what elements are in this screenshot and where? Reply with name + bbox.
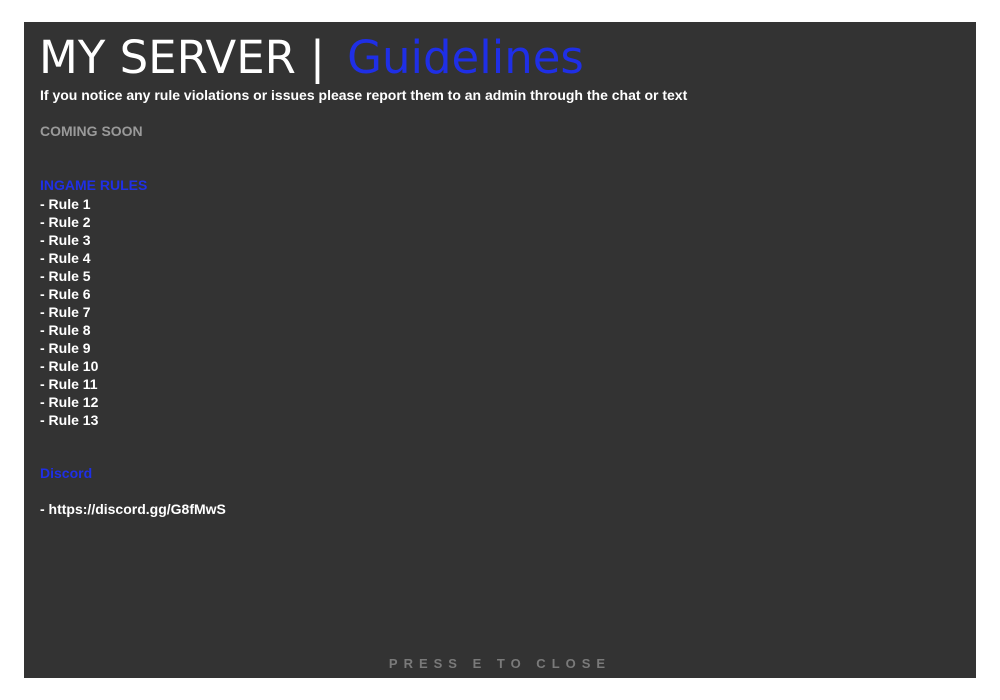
discord-heading: Discord (40, 465, 93, 481)
rule-item: - Rule 6 (40, 286, 91, 302)
rule-item: - Rule 1 (40, 196, 91, 212)
coming-soon-label: COMING SOON (40, 123, 143, 139)
title-server-name: MY SERVER (39, 31, 296, 84)
title-separator: | (309, 31, 326, 84)
rule-item: - Rule 4 (40, 250, 91, 266)
page-title: MY SERVER | Guidelines (39, 28, 584, 88)
guidelines-panel: MY SERVER | Guidelines If you notice any r… (24, 22, 976, 678)
rule-item: - Rule 8 (40, 322, 91, 338)
report-notice: If you notice any rule violations or iss… (40, 87, 688, 103)
rule-item: - Rule 13 (40, 412, 99, 428)
rule-item: - Rule 5 (40, 268, 91, 284)
close-hint: PRESS E TO CLOSE (388, 656, 612, 671)
discord-invite-link[interactable]: - https://discord.gg/G8fMwS (40, 501, 226, 517)
rule-item: - Rule 12 (40, 394, 99, 410)
title-guidelines: Guidelines (347, 31, 584, 84)
rule-item: - Rule 2 (40, 214, 91, 230)
ingame-rules-list: - Rule 1 - Rule 2 - Rule 3 - Rule 4 - Ru… (40, 195, 98, 429)
rule-item: - Rule 9 (40, 340, 91, 356)
rule-item: - Rule 10 (40, 358, 99, 374)
rule-item: - Rule 11 (40, 376, 98, 392)
ingame-rules-heading: INGAME RULES (40, 177, 148, 193)
rule-item: - Rule 3 (40, 232, 91, 248)
rule-item: - Rule 7 (40, 304, 91, 320)
